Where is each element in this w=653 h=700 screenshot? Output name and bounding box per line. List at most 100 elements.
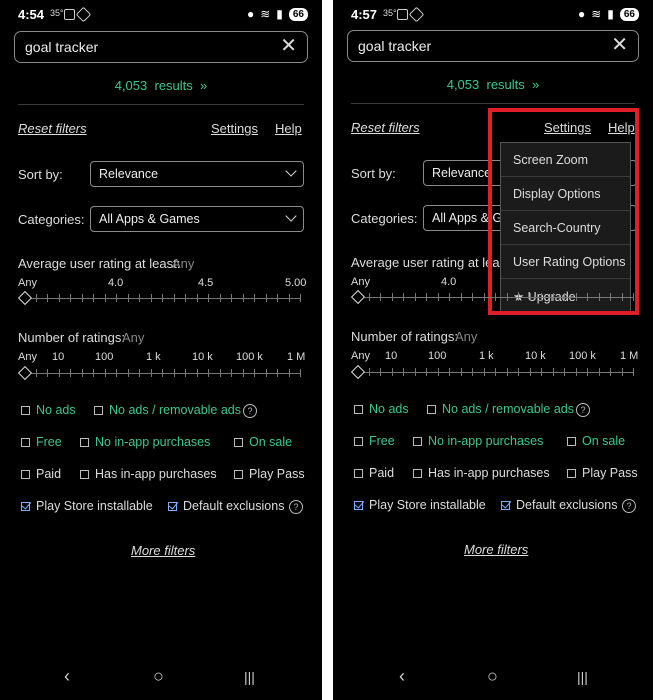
slider-tick <box>93 369 94 377</box>
has-iap-label: Has in-app purchases <box>95 467 217 481</box>
no-ads-removable-label: No ads / removable ads <box>109 403 242 417</box>
num-ratings-tick: Any <box>18 351 37 363</box>
slider-thumb[interactable] <box>350 364 366 380</box>
slider-tick <box>93 294 94 302</box>
help-link[interactable]: Help <box>275 121 302 136</box>
home-icon[interactable]: ○ <box>487 666 498 687</box>
slider-tick <box>403 293 404 301</box>
help-circle-icon[interactable]: ? <box>622 499 636 513</box>
status-temperature: 35° <box>50 8 64 18</box>
paid-label: Paid <box>36 467 62 481</box>
slider-tick <box>70 369 71 377</box>
installable-label: Play Store installable <box>369 498 486 512</box>
slider-tick <box>564 293 565 301</box>
no-iap-label: No in-app purchases <box>95 435 211 449</box>
search-input[interactable]: goal tracker ✕ <box>14 31 308 63</box>
phone-screen-right: 4:57 35° ● ≋ ▮ 66 goal tracker ✕ 4,053 r… <box>333 0 653 700</box>
slider-tick <box>288 294 290 302</box>
slider-tick <box>529 293 531 301</box>
slider-tick <box>483 293 485 301</box>
slider-tick <box>449 293 450 301</box>
on-sale-label: On sale <box>582 434 626 448</box>
slider-tick <box>460 293 462 301</box>
slider-tick <box>414 293 416 301</box>
signal-icon: ▮ <box>276 7 283 21</box>
slider-tick <box>208 369 209 377</box>
categories-value: All Apps & Games <box>99 212 200 226</box>
slider-tick <box>47 294 48 302</box>
recents-icon[interactable]: ||| <box>577 669 588 685</box>
slider-tick <box>127 369 129 377</box>
slider-tick <box>242 369 244 377</box>
slider-tick <box>35 369 37 377</box>
recents-icon[interactable]: ||| <box>244 669 255 685</box>
back-icon[interactable]: ‹ <box>399 666 405 687</box>
help-circle-icon[interactable]: ? <box>576 403 590 417</box>
slider-tick <box>254 369 255 377</box>
location-icon <box>75 6 92 23</box>
slider-tick <box>610 293 611 301</box>
slider-tick <box>173 369 175 377</box>
slider-tick <box>483 368 485 376</box>
help-circle-icon[interactable]: ? <box>289 500 303 514</box>
slider-tick <box>58 369 60 377</box>
wifi-icon: ≋ <box>591 7 602 21</box>
phone-screen-left: 4:54 35° ● ≋ ▮ 66 goal tracker ✕ 4,053 r… <box>0 0 322 700</box>
slider-tick <box>414 368 416 376</box>
slider-tick <box>219 294 221 302</box>
more-filters-link[interactable]: More filters <box>464 542 528 557</box>
more-filters-link[interactable]: More filters <box>131 543 195 558</box>
slider-tick <box>242 294 244 302</box>
rating-tick: 4.0 <box>441 276 457 288</box>
sort-label: Sort by: <box>351 166 396 181</box>
slider-tick <box>518 368 519 376</box>
reset-filters-link[interactable]: Reset filters <box>351 120 420 135</box>
num-ratings-tick: 100 k <box>569 350 596 362</box>
location-icon <box>408 6 425 23</box>
no-ads-removable-label: No ads / removable ads <box>442 402 575 416</box>
rating-tick: Any <box>18 277 37 289</box>
divider <box>18 104 304 105</box>
slider-tick <box>449 368 450 376</box>
slider-thumb[interactable] <box>17 290 33 306</box>
results-word: results <box>154 78 193 93</box>
slider-thumb[interactable] <box>17 365 33 381</box>
slider-tick <box>391 368 393 376</box>
sort-dropdown[interactable]: Relevance <box>90 161 304 187</box>
slider-tick <box>426 293 427 301</box>
slider-tick <box>541 368 542 376</box>
results-word: results <box>486 77 525 92</box>
sort-value: Relevance <box>99 167 159 181</box>
slider-tick <box>35 294 37 302</box>
slider-tick <box>368 293 370 301</box>
search-input[interactable]: goal tracker ✕ <box>347 30 639 62</box>
categories-dropdown[interactable]: All Apps & Games <box>90 206 304 232</box>
results-count[interactable]: 4,053 results » <box>333 77 653 92</box>
slider-tick <box>610 368 611 376</box>
slider-tick <box>506 293 508 301</box>
close-icon[interactable]: ✕ <box>611 35 628 55</box>
close-icon[interactable]: ✕ <box>280 36 297 56</box>
slider-tick <box>621 293 623 301</box>
slider-tick <box>139 369 140 377</box>
search-query: goal tracker <box>358 38 432 54</box>
slider-thumb[interactable] <box>350 289 366 305</box>
num-ratings-tick: 1 M <box>287 351 306 363</box>
help-circle-icon[interactable]: ? <box>243 404 257 418</box>
results-count[interactable]: 4,053 results » <box>0 78 322 93</box>
slider-tick <box>437 293 439 301</box>
slider-tick <box>81 294 83 302</box>
default-exclusions-label: Default exclusions <box>516 498 618 512</box>
slider-tick <box>472 293 473 301</box>
slider-tick <box>150 369 152 377</box>
num-ratings-current: Any <box>455 329 478 344</box>
settings-link[interactable]: Settings <box>211 121 258 136</box>
slider-tick <box>208 294 209 302</box>
reset-filters-link[interactable]: Reset filters <box>18 121 87 136</box>
slider-tick <box>380 293 381 301</box>
back-icon[interactable]: ‹ <box>64 666 70 687</box>
home-icon[interactable]: ○ <box>153 666 164 687</box>
status-bar: 4:57 35° ● ≋ ▮ 66 <box>333 6 653 24</box>
slider-tick <box>633 368 634 376</box>
status-temperature: 35° <box>383 8 397 18</box>
